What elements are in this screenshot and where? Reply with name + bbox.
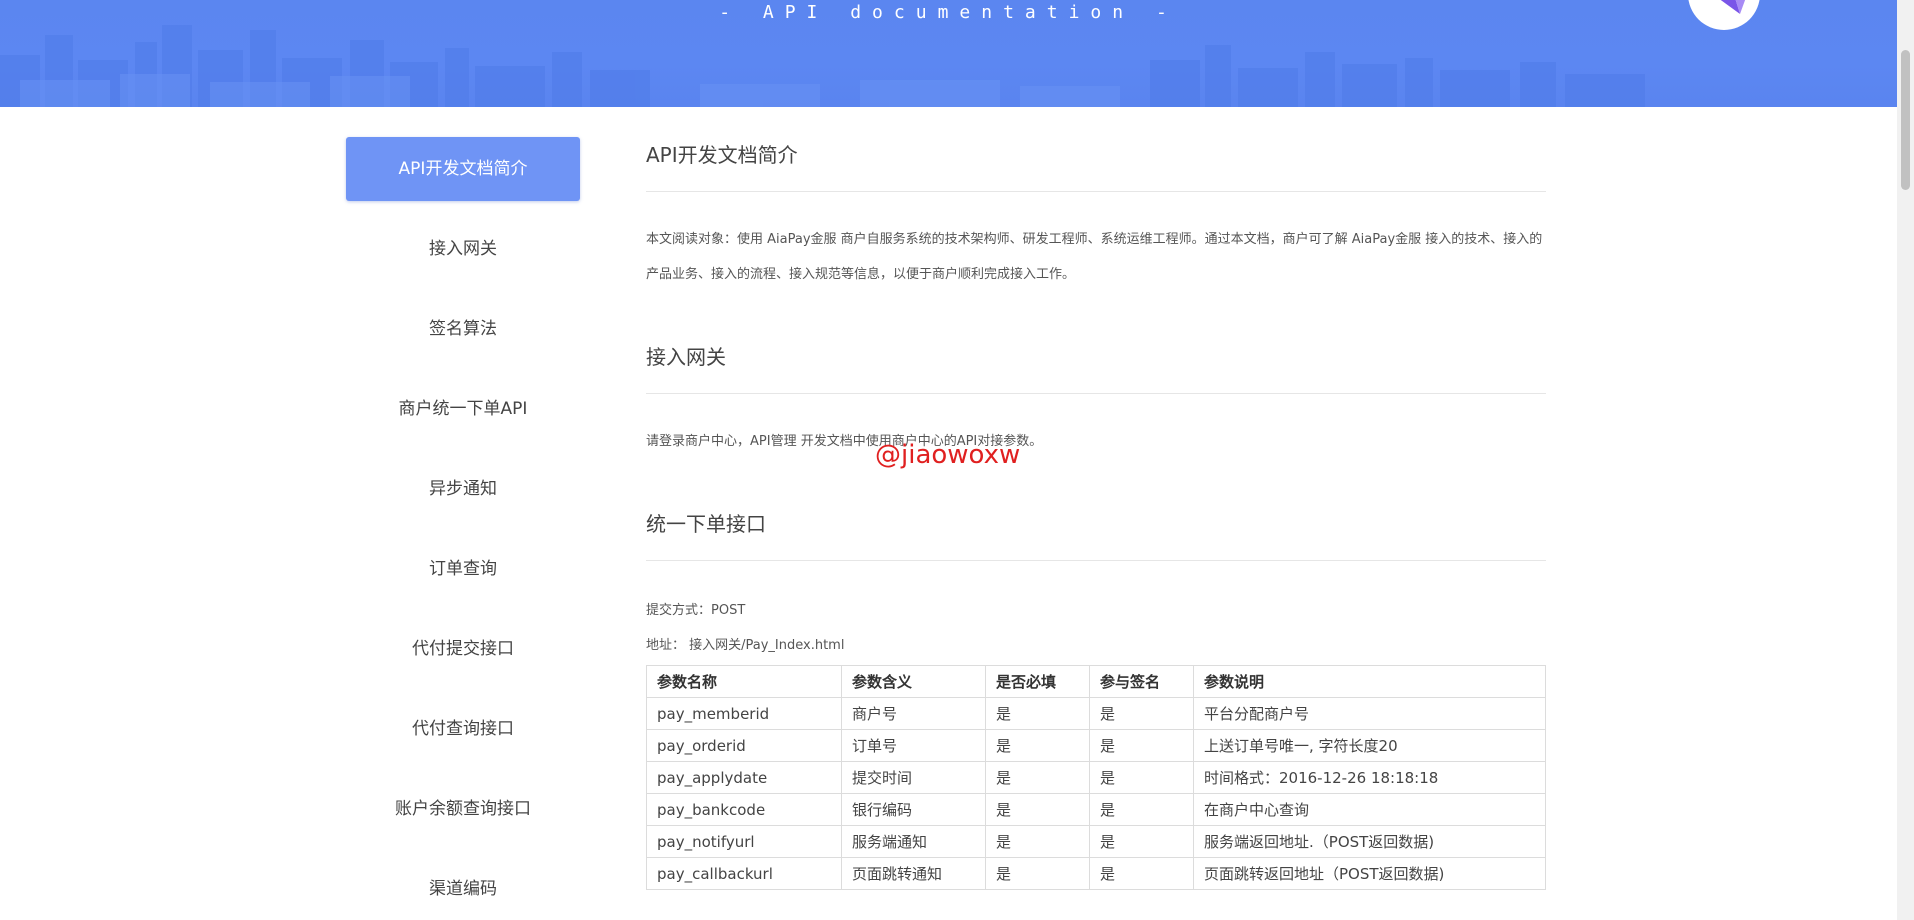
cell-description: 页面跳转返回地址（POST返回数据) xyxy=(1193,857,1546,890)
cell-signed: 是 xyxy=(1089,857,1194,890)
cell-description: 平台分配商户号 xyxy=(1193,697,1546,730)
sidebar-item-channel-codes[interactable]: 渠道编码 xyxy=(346,857,580,920)
cell-param-meaning: 提交时间 xyxy=(841,761,986,794)
section-title: 接入网关 xyxy=(646,339,1546,394)
section-unified-order: 统一下单接口 提交方式：POST 地址： 接入网关/Pay_Index.html… xyxy=(646,506,1546,890)
cell-description: 上送订单号唯一, 字符长度20 xyxy=(1193,729,1546,762)
cell-required: 是 xyxy=(985,761,1090,794)
cell-required: 是 xyxy=(985,825,1090,858)
cell-param-meaning: 银行编码 xyxy=(841,793,986,826)
cell-param-name: pay_callbackurl xyxy=(646,857,842,890)
logo xyxy=(1688,0,1760,30)
sidebar-item-order-query[interactable]: 订单查询 xyxy=(346,537,580,601)
endpoint-address: 地址： 接入网关/Pay_Index.html xyxy=(646,638,845,653)
params-table: 参数名称 参数含义 是否必填 参与签名 参数说明 pay_memberid 商户… xyxy=(646,665,1546,890)
cell-param-name: pay_memberid xyxy=(646,697,842,730)
page: - API documentation - API开发文档简介 接入网关 签名算… xyxy=(0,0,1914,920)
cell-description: 时间格式：2016-12-26 18:18:18 xyxy=(1193,761,1546,794)
cell-signed: 是 xyxy=(1089,697,1194,730)
header-description: 参数说明 xyxy=(1193,665,1546,698)
cell-param-name: pay_bankcode xyxy=(646,793,842,826)
cell-param-name: pay_applydate xyxy=(646,761,842,794)
table-row: pay_orderid 订单号 是 是 上送订单号唯一, 字符长度20 xyxy=(646,729,1546,762)
section-title: 统一下单接口 xyxy=(646,506,1546,561)
cell-signed: 是 xyxy=(1089,729,1194,762)
cell-param-meaning: 服务端通知 xyxy=(841,825,986,858)
banner-title: - API documentation - xyxy=(719,2,1178,23)
table-row: pay_applydate 提交时间 是 是 时间格式：2016-12-26 1… xyxy=(646,761,1546,794)
table-row: pay_memberid 商户号 是 是 平台分配商户号 xyxy=(646,697,1546,730)
cell-required: 是 xyxy=(985,793,1090,826)
cell-required: 是 xyxy=(985,697,1090,730)
sidebar-item-unified-order[interactable]: 商户统一下单API xyxy=(346,377,580,441)
table-row: pay_bankcode 银行编码 是 是 在商户中心查询 xyxy=(646,793,1546,826)
cell-param-name: pay_notifyurl xyxy=(646,825,842,858)
submit-method: 提交方式：POST xyxy=(646,603,746,618)
sidebar-item-payout-query[interactable]: 代付查询接口 xyxy=(346,697,580,761)
sidebar-item-async-notify[interactable]: 异步通知 xyxy=(346,457,580,521)
section-title: API开发文档简介 xyxy=(646,137,1546,192)
sidebar-nav: API开发文档简介 接入网关 签名算法 商户统一下单API 异步通知 订单查询 … xyxy=(346,137,580,920)
cell-description: 在商户中心查询 xyxy=(1193,793,1546,826)
gateway-text: 请登录商户中心，API管理 开发文档中使用商户中心的API对接参数。 xyxy=(646,434,1043,449)
cell-signed: 是 xyxy=(1089,825,1194,858)
vertical-scrollbar[interactable] xyxy=(1897,0,1914,920)
cell-signed: 是 xyxy=(1089,761,1194,794)
header-param-meaning: 参数含义 xyxy=(841,665,986,698)
section-gateway: 接入网关 请登录商户中心，API管理 开发文档中使用商户中心的API对接参数。 xyxy=(646,339,1546,459)
header-required: 是否必填 xyxy=(985,665,1090,698)
cell-param-meaning: 订单号 xyxy=(841,729,986,762)
cell-description: 服务端返回地址.（POST返回数据) xyxy=(1193,825,1546,858)
table-row: pay_notifyurl 服务端通知 是 是 服务端返回地址.（POST返回数… xyxy=(646,825,1546,858)
header-param-name: 参数名称 xyxy=(646,665,842,698)
header-banner: - API documentation - xyxy=(0,0,1897,107)
section-api-intro: API开发文档简介 本文阅读对象：使用 AiaPay金服 商户自服务系统的技术架… xyxy=(646,137,1546,292)
cell-param-meaning: 页面跳转通知 xyxy=(841,857,986,890)
header-signed: 参与签名 xyxy=(1089,665,1194,698)
sidebar-item-api-intro[interactable]: API开发文档简介 xyxy=(346,137,580,201)
cell-param-meaning: 商户号 xyxy=(841,697,986,730)
sidebar-item-balance-query[interactable]: 账户余额查询接口 xyxy=(346,777,580,841)
intro-text: 本文阅读对象：使用 AiaPay金服 商户自服务系统的技术架构师、研发工程师、系… xyxy=(646,232,1543,282)
sidebar-item-payout-submit[interactable]: 代付提交接口 xyxy=(346,617,580,681)
sidebar-item-signature[interactable]: 签名算法 xyxy=(346,297,580,361)
cell-required: 是 xyxy=(985,729,1090,762)
sidebar-item-gateway[interactable]: 接入网关 xyxy=(346,217,580,281)
table-header-row: 参数名称 参数含义 是否必填 参与签名 参数说明 xyxy=(646,665,1546,698)
logo-icon xyxy=(1720,0,1746,14)
table-row: pay_callbackurl 页面跳转通知 是 是 页面跳转返回地址（POST… xyxy=(646,857,1546,890)
cell-param-name: pay_orderid xyxy=(646,729,842,762)
cell-signed: 是 xyxy=(1089,793,1194,826)
main-content: API开发文档简介 本文阅读对象：使用 AiaPay金服 商户自服务系统的技术架… xyxy=(646,137,1546,890)
cell-required: 是 xyxy=(985,857,1090,890)
scrollbar-thumb[interactable] xyxy=(1901,50,1910,190)
